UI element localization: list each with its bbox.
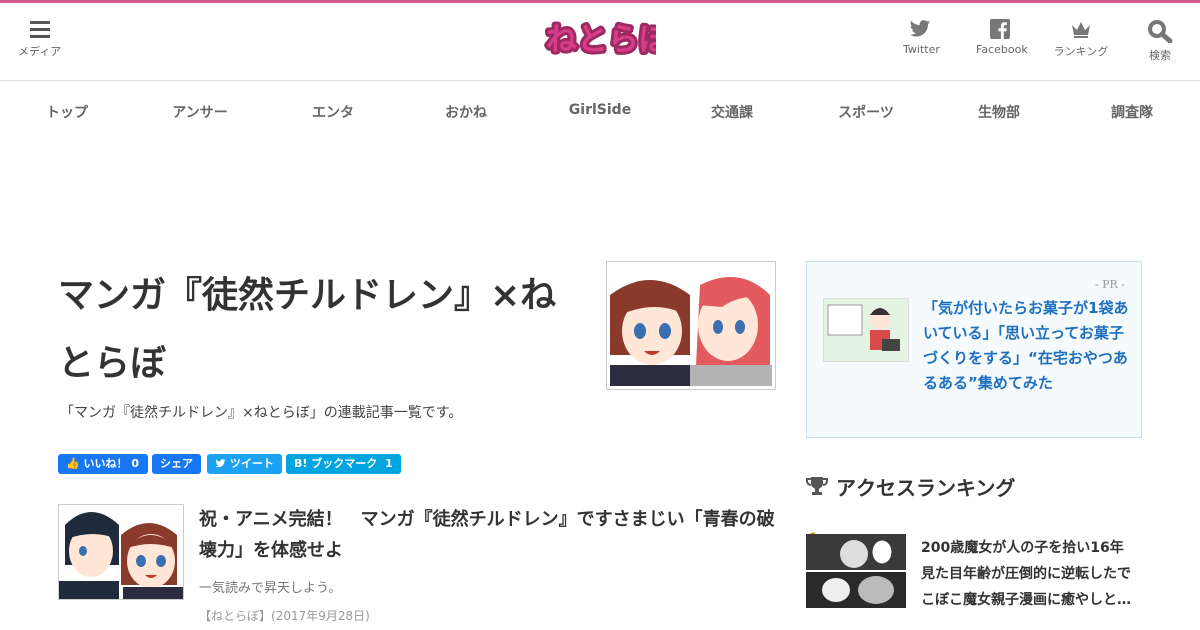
search-button[interactable]: 検索 (1143, 19, 1177, 63)
series-description: 「マンガ『徒然チルドレン』×ねとらぼ」の連載記事一覧です。 (60, 405, 463, 421)
article-source: 【ねとらぼ】 (199, 609, 272, 623)
pr-thumbnail[interactable] (823, 298, 909, 362)
nav-item-enta[interactable]: エンタ (312, 102, 354, 122)
article-description: 一気読みで昇天しよう。 (199, 581, 342, 596)
pr-article-link[interactable]: 「気が付いたらお菓子が1袋あいている」「思い立ってお菓子づくりをする」“在宅おや… (923, 296, 1133, 396)
facebook-like-button[interactable]: 👍 いいね！ 0 (58, 454, 148, 474)
share-label: シェア (160, 457, 193, 470)
nav-item-sports[interactable]: スポーツ (838, 102, 894, 122)
bookmark-count: 1 (385, 457, 393, 470)
article-date: (2017年9月28日) (271, 609, 370, 623)
facebook-icon (990, 19, 1010, 39)
trophy-icon (806, 477, 828, 495)
crown-icon (1072, 22, 1090, 38)
pr-label: - PR - (1094, 278, 1125, 291)
tweet-button[interactable]: ツイート (207, 454, 282, 474)
hatena-b-icon: B! (294, 457, 308, 470)
search-label: 検索 (1149, 49, 1171, 62)
nav-item-chousatai[interactable]: 調査隊 (1111, 102, 1153, 122)
twitter-label: Twitter (903, 43, 940, 56)
tweet-label: ツイート (229, 457, 274, 470)
nav-item-okane[interactable]: おかね (445, 102, 487, 122)
nav-item-koutsuka[interactable]: 交通課 (711, 102, 753, 122)
ranking-label: ランキング (1053, 45, 1109, 58)
article-meta: 【ねとらぼ】(2017年9月28日) (199, 607, 370, 624)
svg-text:ねとらぼ: ねとらぼ (546, 22, 656, 58)
manga-couple-illustration (59, 505, 183, 599)
nav-item-answer[interactable]: アンサー (172, 102, 227, 122)
nav-item-top[interactable]: トップ (46, 102, 88, 122)
like-label: いいね！ (83, 457, 128, 470)
twitter-bird-icon (215, 459, 226, 468)
manga-panel-illustration (806, 534, 906, 608)
page-title: マンガ『徒然チルドレン』×ねとらぼ (58, 275, 557, 384)
facebook-share-button[interactable]: シェア (152, 454, 201, 474)
site-logo[interactable]: ねとらぼ ねとらぼ (543, 17, 674, 67)
twitter-icon (909, 20, 931, 37)
nav-item-seibutsubu[interactable]: 生物部 (978, 102, 1020, 122)
article-list-item: 祝・アニメ完結！ マンガ『徒然チルドレン』ですさまじい「青春の破壊力」を体感せよ… (58, 504, 778, 624)
site-header: メディア ねとらぼ ねとらぼ Twitter Facebook ランキング 検索 (0, 3, 1200, 81)
nav-item-girlside[interactable]: GirlSide (569, 102, 631, 118)
article-thumbnail[interactable] (58, 504, 184, 600)
twitter-button[interactable]: Twitter (903, 19, 940, 56)
article-title-link[interactable]: 祝・アニメ完結！ マンガ『徒然チルドレン』ですさまじい「青春の破壊力」を体感せよ (199, 504, 784, 566)
manga-characters-illustration (610, 265, 772, 386)
media-menu-button[interactable]: メディア (18, 19, 61, 59)
ranking-item-title-link[interactable]: 200歳魔女が人の子を拾い16年見た目年齢が圧倒的に逆転したでこぼこ魔女親子漫画… (921, 535, 1136, 613)
facebook-label: Facebook (976, 43, 1028, 56)
category-nav: トップ アンサー エンタ おかね GirlSide 交通課 スポーツ 生物部 調… (0, 96, 1200, 128)
media-menu-label: メディア (18, 45, 62, 58)
thumbs-up-icon: 👍 (66, 457, 80, 470)
netorabo-logo: ねとらぼ ねとらぼ (543, 19, 674, 61)
ranking-thumbnail[interactable] (806, 534, 906, 608)
bookmark-label: ブックマーク (311, 457, 378, 470)
search-icon (1148, 20, 1173, 43)
series-thumbnail (606, 261, 776, 390)
ranking-button[interactable]: ランキング (1053, 19, 1109, 59)
ranking-heading-text: アクセスランキング (836, 476, 1016, 500)
pr-illustration (824, 299, 908, 361)
like-count: 0 (131, 457, 140, 470)
hatena-bookmark-button[interactable]: B! ブックマーク 1 (286, 454, 401, 474)
pr-box: - PR - 「気が付いたらお菓子が1袋あいている」「思い立ってお菓子づくりをす… (806, 261, 1142, 438)
facebook-button[interactable]: Facebook (976, 19, 1028, 56)
hamburger-icon (29, 21, 50, 38)
